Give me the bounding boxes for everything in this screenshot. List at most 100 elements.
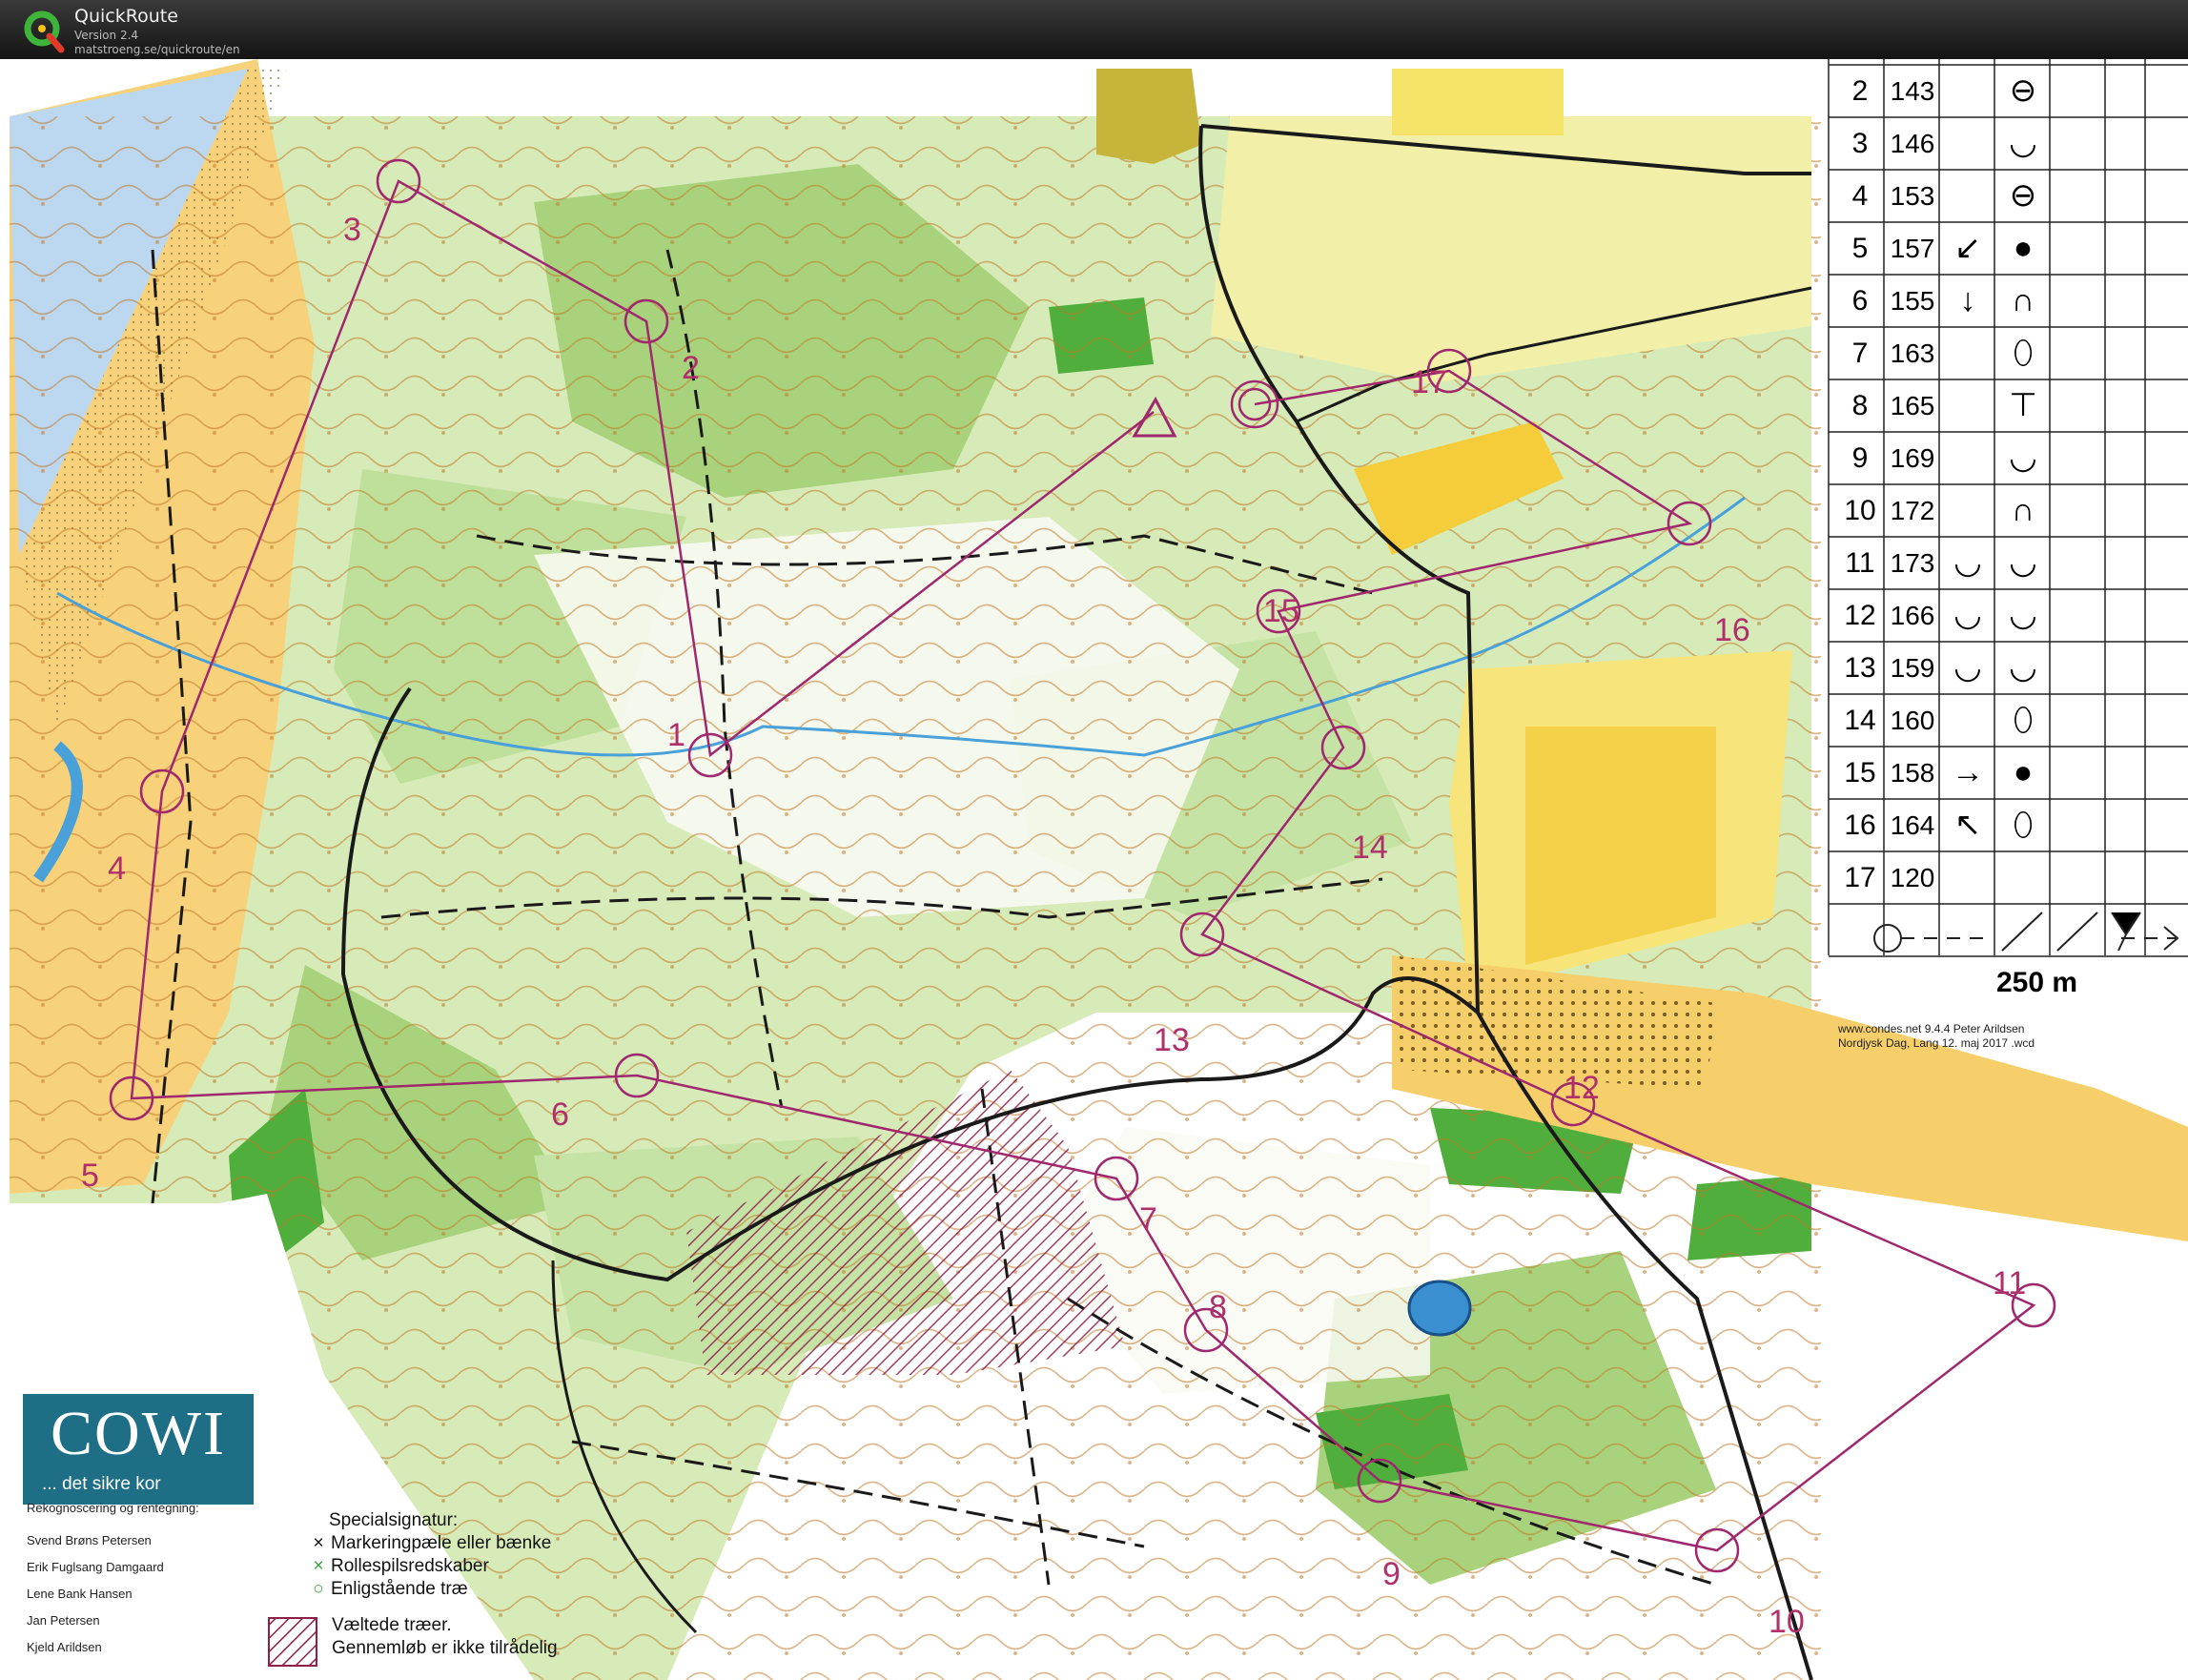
- legend-item: × Markeringpæle eller bænke: [310, 1533, 551, 1554]
- feature-direction-symbol: [1941, 484, 1994, 537]
- control-code: 158: [1890, 758, 1935, 788]
- description-row: 5 157 ↙ ●: [1829, 222, 2188, 275]
- description-row: 6 155 ↓ ∩: [1829, 275, 2188, 327]
- feature-direction-symbol: ◡: [1953, 544, 1982, 581]
- control-label-12: 12: [1564, 1070, 1600, 1106]
- control-number: 5: [1851, 233, 1869, 264]
- description-row: 11 173 ◡ ◡: [1829, 537, 2188, 589]
- control-number: 8: [1851, 390, 1869, 421]
- control-code: 146: [1890, 129, 1935, 158]
- control-label-6: 6: [551, 1096, 569, 1133]
- control-label-11: 11: [1993, 1265, 2027, 1301]
- description-row: 17 120: [1829, 851, 2188, 904]
- control-code: 163: [1890, 338, 1935, 368]
- feature-symbol: ◡: [2009, 544, 2037, 581]
- control-number: 6: [1851, 285, 1869, 317]
- event-credit: Nordjysk Dag, Lang 12. maj 2017 .wcd: [1838, 1036, 2035, 1050]
- control-code: 172: [1890, 496, 1935, 525]
- feature-symbol: ⊤: [2009, 387, 2037, 423]
- app-titlebar: QuickRoute Version 2.4 matstroeng.se/qui…: [0, 0, 2188, 59]
- app-version: Version 2.4: [74, 29, 139, 42]
- feature-symbol: [1996, 851, 2050, 904]
- control-label-1: 1: [667, 717, 685, 753]
- control-code: 165: [1890, 391, 1935, 420]
- control-number: 14: [1844, 705, 1876, 736]
- feature-symbol: ◡: [2009, 649, 2037, 686]
- control-number: 16: [1844, 809, 1876, 841]
- feature-direction-symbol: ◡: [1953, 597, 1982, 633]
- app-name: QuickRoute: [74, 6, 178, 27]
- feature-direction-symbol: ↖: [1953, 807, 1982, 843]
- control-number: 4: [1851, 180, 1869, 212]
- legend-item: ○ Enligstående træ: [310, 1579, 468, 1600]
- marker-post-icon: ×: [313, 1533, 324, 1553]
- description-row: 14 160 ⬯: [1829, 694, 2188, 747]
- control-label-8: 8: [1209, 1289, 1227, 1325]
- feature-symbol: ◡: [2009, 597, 2037, 633]
- survey-name: Erik Fuglsang Damgaard: [27, 1560, 164, 1574]
- control-label-15: 15: [1263, 593, 1299, 629]
- description-row: 13 159 ◡ ◡: [1829, 642, 2188, 694]
- cowi-logo: COWI ... det sikre kor: [23, 1394, 254, 1505]
- feature-direction-symbol: [1941, 379, 1994, 432]
- control-code: 173: [1890, 548, 1935, 578]
- control-code: 159: [1890, 653, 1935, 683]
- control-number: 11: [1845, 547, 1875, 579]
- survey-name: Svend Brøns Petersen: [27, 1533, 152, 1547]
- feature-direction-symbol: [1941, 694, 1994, 747]
- control-code: 155: [1890, 286, 1935, 316]
- control-label-5: 5: [81, 1158, 99, 1194]
- control-code: 157: [1890, 234, 1935, 263]
- description-row: 12 166 ◡ ◡: [1829, 589, 2188, 642]
- feature-direction-symbol: →: [1952, 754, 1984, 790]
- control-number: 2: [1851, 75, 1869, 107]
- description-row: 15 158 → ●: [1829, 747, 2188, 799]
- control-number: 15: [1844, 757, 1876, 789]
- control-number: 12: [1844, 600, 1876, 631]
- feature-direction-symbol: ◡: [1953, 649, 1982, 686]
- survey-name: Jan Petersen: [27, 1613, 100, 1628]
- legend-fallen-note: Gennemløb er ikke tilrådelig: [332, 1638, 558, 1658]
- survey-credits-title: Rekognoscering og rentegning:: [27, 1501, 199, 1515]
- control-code: 169: [1890, 443, 1935, 473]
- control-label-9: 9: [1382, 1556, 1401, 1592]
- feature-direction-symbol: [1941, 65, 1994, 117]
- single-tree-icon: ○: [313, 1579, 324, 1599]
- control-label-10: 10: [1769, 1604, 1805, 1640]
- feature-symbol: ●: [2013, 754, 2034, 790]
- roleplay-equipment-icon: ×: [313, 1556, 324, 1576]
- description-row: 9 169 ◡: [1829, 432, 2188, 484]
- control-code: 143: [1890, 76, 1935, 106]
- feature-direction-symbol: [1941, 170, 1994, 222]
- control-label-14: 14: [1352, 830, 1388, 866]
- course-credit: www.condes.net 9.4.4 Peter Arildsen: [1838, 1022, 2025, 1035]
- lake: [1407, 1280, 1472, 1337]
- control-label-17: 17: [1411, 364, 1447, 400]
- feature-symbol: ∩: [2011, 282, 2035, 318]
- legend-label: Rollespilsredskaber: [331, 1556, 489, 1576]
- legend-item: × Rollespilsredskaber: [310, 1556, 489, 1577]
- app-url: matstroeng.se/quickroute/en: [74, 43, 240, 56]
- orienteering-map[interactable]: 2 143 ⊖ 3 146 ◡ 4 153 ⊖ 5 157 ↙ ● 6 155 ↓ ∩ 7 163 ⬯ 8 165 ⊤ 9 16…: [0, 59, 2188, 1680]
- feature-symbol: ◡: [2009, 440, 2037, 476]
- cowi-slogan: ... det sikre kor: [42, 1474, 161, 1494]
- legend-fallen-title: Væltede træer.: [332, 1615, 452, 1635]
- legend-title: Specialsignatur:: [329, 1510, 459, 1530]
- fallen-trees-swatch: [268, 1617, 317, 1667]
- feature-symbol: ⬯: [2013, 702, 2034, 738]
- survey-name: Kjeld Arildsen: [27, 1640, 102, 1654]
- feature-direction-symbol: [1941, 327, 1994, 379]
- feature-symbol: ⬯: [2013, 335, 2034, 371]
- description-row: 3 146 ◡: [1829, 117, 2188, 170]
- feature-symbol: ●: [2013, 230, 2034, 266]
- feature-symbol: ⊖: [2009, 177, 2037, 214]
- feature-direction-symbol: ↓: [1959, 282, 1976, 318]
- control-number: 9: [1851, 442, 1869, 474]
- description-row: 4 153 ⊖: [1829, 170, 2188, 222]
- description-row: 8 165 ⊤: [1829, 379, 2188, 432]
- control-number: 7: [1851, 338, 1869, 369]
- legend-label: Markeringpæle eller bænke: [331, 1533, 552, 1553]
- feature-direction-symbol: [1941, 851, 1994, 904]
- legend-label: Enligstående træ: [331, 1579, 468, 1599]
- control-code: 166: [1890, 601, 1935, 630]
